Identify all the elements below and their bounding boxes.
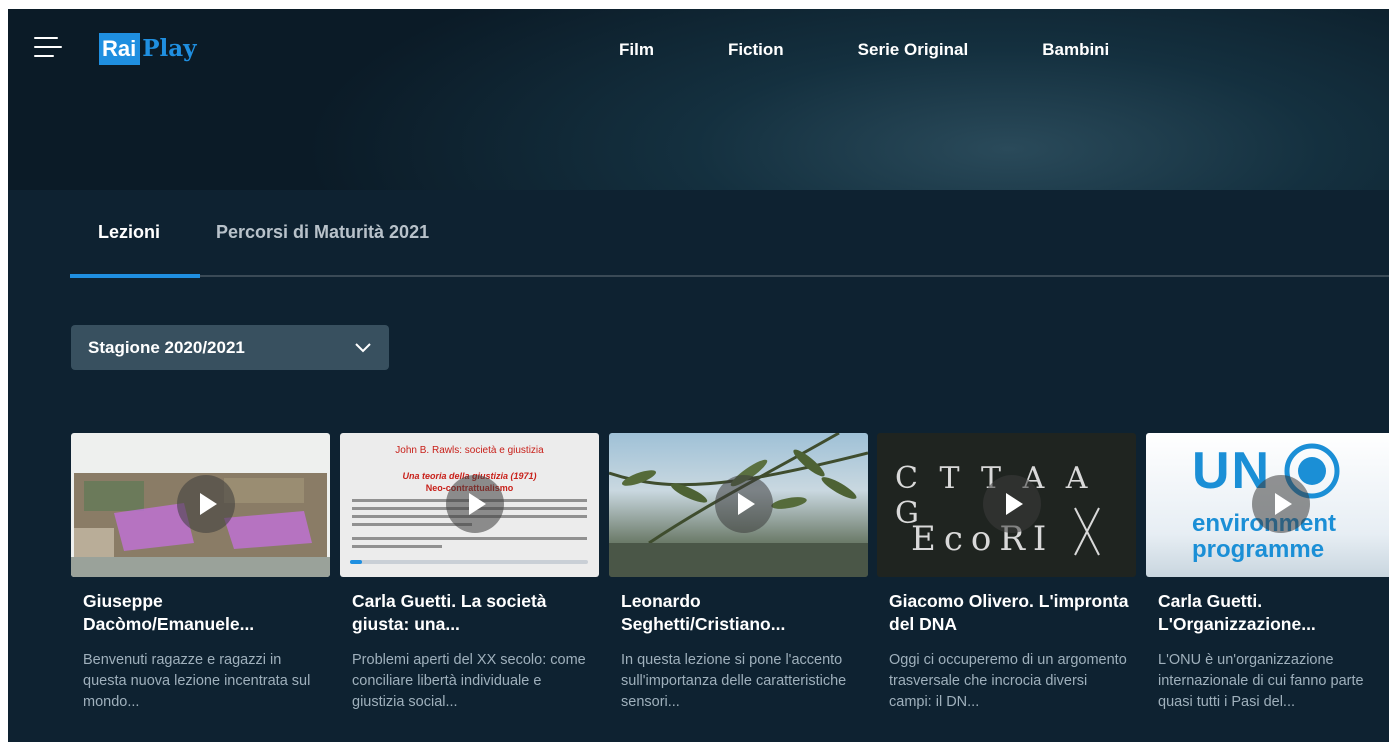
logo-play: Play	[142, 35, 197, 62]
play-icon[interactable]	[446, 475, 504, 533]
nav-fiction[interactable]: Fiction	[728, 40, 784, 60]
nav-serie-original[interactable]: Serie Original	[858, 40, 969, 60]
card-description: Benvenuti ragazze e ragazzi in questa nu…	[83, 652, 311, 710]
card-thumbnail: UN environment programme	[1146, 433, 1389, 577]
watch-progress-bar	[350, 560, 588, 564]
tab-divider	[70, 275, 1389, 277]
card-thumbnail: John B. Rawls: società e giustizia Una t…	[340, 433, 599, 577]
card-title: Giacomo Olivero. L'impronta del DNA	[889, 591, 1129, 634]
logo-rai: Rai	[99, 33, 141, 65]
raiplay-logo[interactable]: Rai Play	[99, 32, 197, 66]
card-title: Leonardo Seghetti/Cristiano...	[621, 591, 786, 634]
card-description: In questa lezione si pone l'accento sull…	[621, 652, 847, 710]
card-title: Carla Guetti. La società giusta: una...	[352, 591, 547, 634]
card-description: Oggi ci occuperemo di un argomento trasv…	[889, 652, 1127, 710]
play-icon[interactable]	[177, 475, 235, 533]
app-frame: Rai Play Film Fiction Serie Original Bam…	[8, 9, 1389, 742]
active-tab-indicator	[70, 274, 200, 278]
season-select[interactable]: Stagione 2020/2021	[71, 325, 389, 370]
nav-film[interactable]: Film	[619, 40, 654, 60]
env-text: programme	[1192, 536, 1325, 563]
tab-percorsi-maturita[interactable]: Percorsi di Maturità 2021	[216, 222, 429, 255]
play-icon[interactable]	[715, 475, 773, 533]
card-title: Carla Guetti. L'Organizzazione...	[1158, 591, 1316, 634]
top-nav: Film Fiction Serie Original Bambini	[619, 40, 1183, 60]
tab-lezioni[interactable]: Lezioni	[98, 222, 160, 255]
season-select-value: Stagione 2020/2021	[88, 338, 245, 357]
card-thumbnail	[609, 433, 868, 577]
nav-bambini[interactable]: Bambini	[1042, 40, 1109, 60]
hamburger-menu-icon[interactable]	[34, 34, 64, 60]
play-icon[interactable]	[1252, 475, 1310, 533]
card-description: L'ONU è un'organizzazione internazionale…	[1158, 652, 1364, 710]
play-icon[interactable]	[983, 475, 1041, 533]
card-thumbnail: C T T A A G EcoRI	[877, 433, 1136, 577]
card-title: Giuseppe Dacòmo/Emanuele...	[83, 591, 255, 634]
tab-bar: Lezioni Percorsi di Maturità 2021	[70, 222, 429, 255]
header-hero: Rai Play Film Fiction Serie Original Bam…	[8, 9, 1389, 190]
card-thumbnail	[71, 433, 330, 577]
chevron-down-icon	[355, 343, 371, 353]
slide-title: John B. Rawls: società e giustizia	[395, 445, 544, 456]
card-description: Problemi aperti del XX secolo: come conc…	[352, 652, 586, 710]
